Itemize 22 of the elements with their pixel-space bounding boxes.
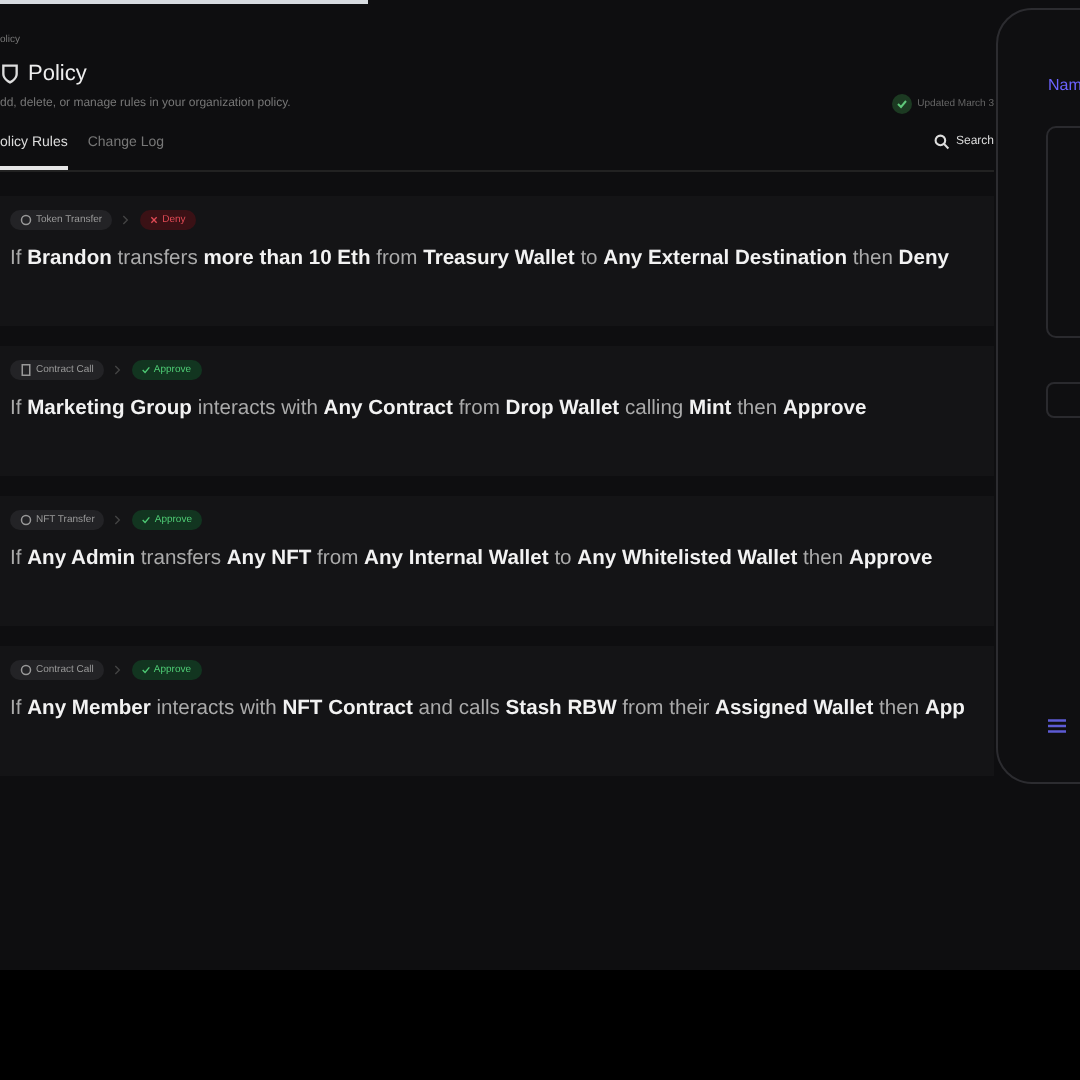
search-icon: [933, 134, 950, 150]
check-icon: [142, 516, 151, 524]
chevron-icon: [114, 514, 123, 526]
chevron-icon: [122, 214, 131, 226]
page-title: Policy: [28, 62, 87, 86]
shield-icon: [0, 62, 20, 86]
coin-icon: [20, 514, 32, 526]
check-icon: [891, 94, 912, 114]
check-icon: [141, 366, 150, 374]
cross-icon: [150, 216, 159, 224]
document-icon: [20, 364, 32, 376]
list-icon[interactable]: [1048, 718, 1066, 734]
rule-sentence: If Marketing Group interacts with Any Contract from Drop Wallet calling Mint then Approve: [10, 398, 869, 420]
coin-icon: [20, 214, 32, 226]
check-icon: [141, 666, 150, 674]
rule-sentence: If Brandon transfers more than 10 Eth from Treasury Wallet to Any External Destination then Deny: [10, 248, 951, 270]
chevron-icon: [113, 664, 122, 676]
panel-heading: Nam: [1048, 76, 1080, 94]
rule-sentence: If Any Member interacts with NFT Contract and calls Stash RBW from their Assigned Wallet then App: [10, 698, 967, 720]
rule-sentence: If Any Admin transfers Any NFT from Any Internal Wallet to Any Whitelisted Wallet then Approve: [10, 548, 935, 570]
chevron-icon: [113, 364, 122, 376]
coin-icon: [20, 664, 32, 676]
